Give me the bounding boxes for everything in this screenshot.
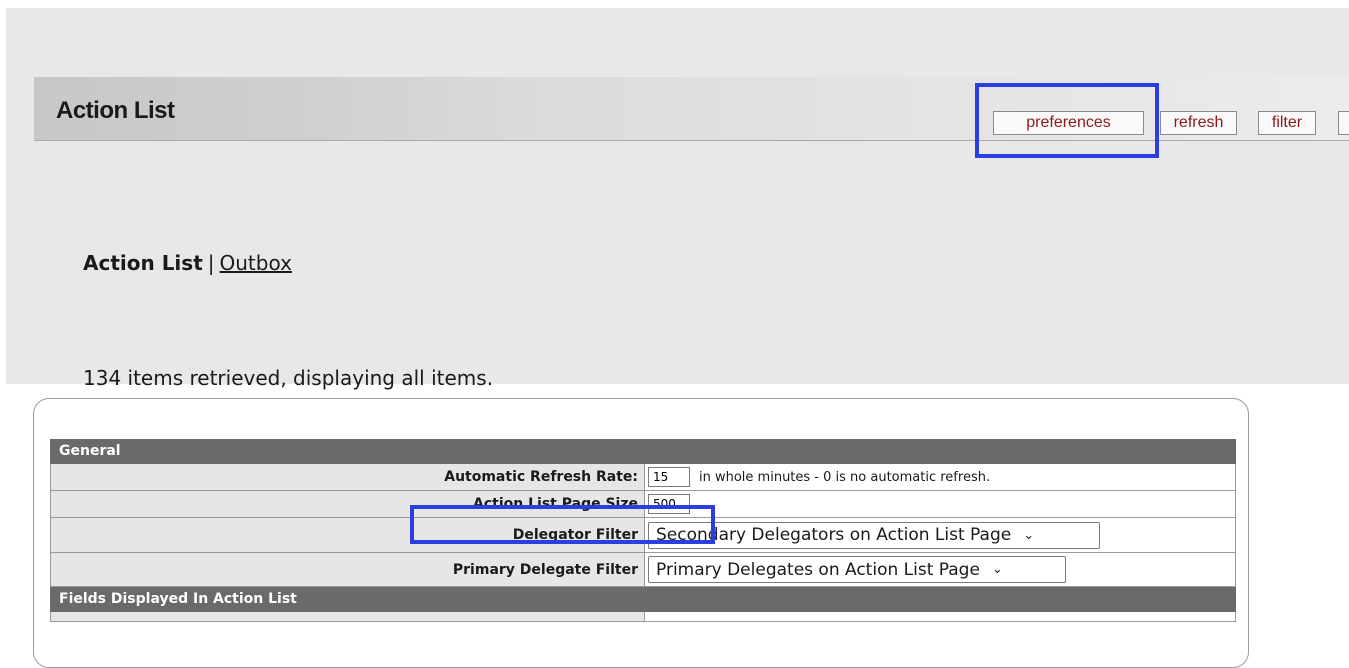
section-header-general: General xyxy=(50,439,1236,464)
primary-delegate-filter-row: Primary Delegate Filter Primary Delegate… xyxy=(50,553,1236,587)
refresh-rate-value-cell: in whole minutes - 0 is no automatic ref… xyxy=(645,464,1235,490)
page-size-value-cell xyxy=(645,491,1235,517)
chevron-down-icon: ⌄ xyxy=(1023,527,1035,543)
subnav-separator: | xyxy=(207,251,215,275)
items-status-text: 134 items retrieved, displaying all item… xyxy=(83,366,494,390)
primary-delegate-filter-selected: Primary Delegates on Action List Page xyxy=(656,559,980,580)
action-list-content: Action List preferences refresh filter A… xyxy=(6,8,1349,390)
subnav-outbox-link[interactable]: Outbox xyxy=(220,251,292,275)
primary-delegate-filter-label: Primary Delegate Filter xyxy=(51,553,645,586)
refresh-rate-hint: in whole minutes - 0 is no automatic ref… xyxy=(699,469,991,485)
refresh-rate-input[interactable] xyxy=(648,467,690,487)
fields-row xyxy=(50,612,1236,622)
page-size-highlight-box xyxy=(410,505,715,544)
page-title: Action List xyxy=(56,97,175,124)
subnav-action-list: Action List xyxy=(83,251,203,275)
primary-delegate-filter-value-cell: Primary Delegates on Action List Page ⌄ xyxy=(645,553,1235,586)
refresh-button[interactable]: refresh xyxy=(1160,111,1237,135)
title-bar: Action List preferences refresh filter xyxy=(34,77,1349,158)
primary-delegate-filter-select[interactable]: Primary Delegates on Action List Page ⌄ xyxy=(648,556,1066,583)
section-header-fields-displayed: Fields Displayed In Action List xyxy=(50,587,1236,612)
delegator-filter-value-cell: Secondary Delegators on Action List Page… xyxy=(645,518,1235,552)
delegator-filter-select[interactable]: Secondary Delegators on Action List Page… xyxy=(648,521,1100,549)
refresh-rate-row: Automatic Refresh Rate: in whole minutes… xyxy=(50,464,1236,491)
fields-row-label xyxy=(51,612,645,621)
filter-button[interactable]: filter xyxy=(1258,111,1316,135)
chevron-down-icon: ⌄ xyxy=(991,562,1003,577)
action-list-subnav: Action List | Outbox xyxy=(83,251,292,275)
refresh-rate-label: Automatic Refresh Rate: xyxy=(51,464,645,490)
fields-row-value xyxy=(645,612,1235,621)
clipped-button[interactable] xyxy=(1338,111,1349,135)
preferences-highlight-box xyxy=(975,83,1159,158)
